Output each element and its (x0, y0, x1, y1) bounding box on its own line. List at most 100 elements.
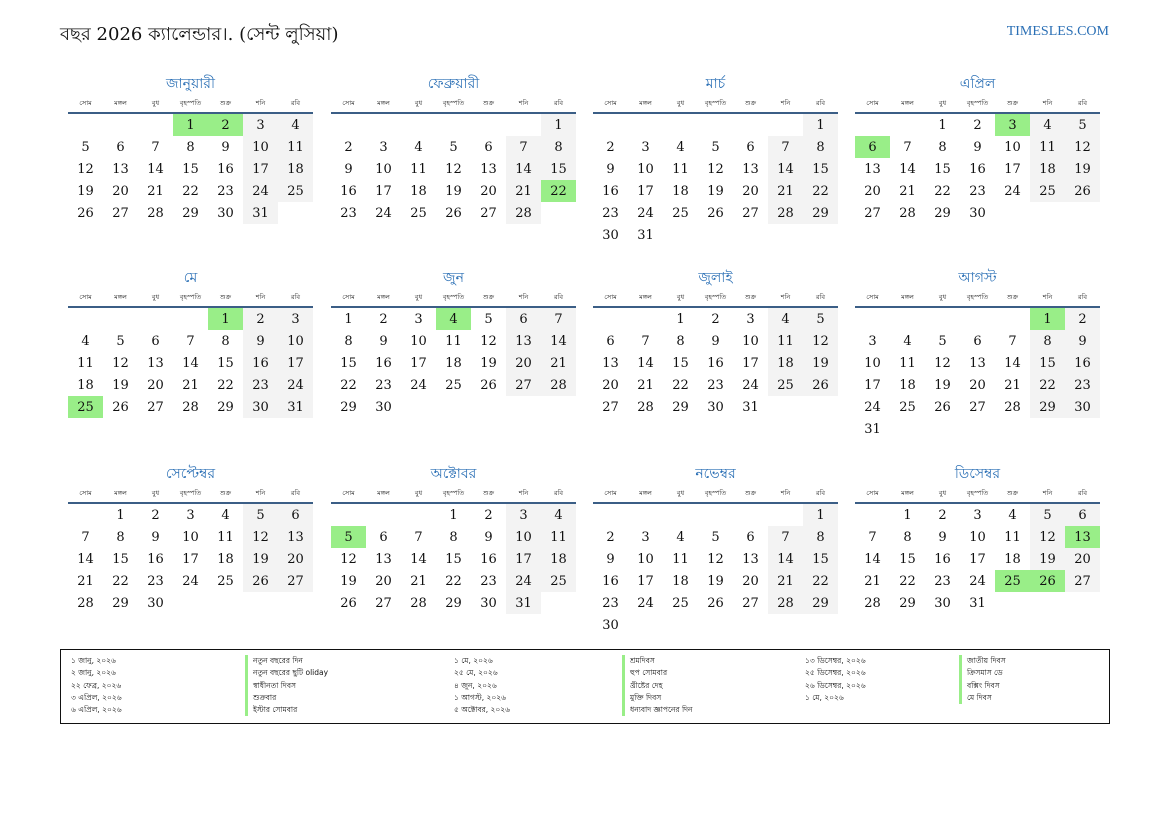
day-cell: 30 (375, 400, 392, 415)
day-cell: 8 (541, 136, 576, 158)
weekday-label: শনি (255, 292, 266, 301)
day-cell: 31 (864, 422, 881, 437)
day-cell: 12 (480, 334, 497, 349)
day-cell: 15 (182, 162, 199, 177)
weekday-header: সোম মঙ্গল বুধ বৃহস্পতি শুক্র শনি রবি (593, 486, 838, 504)
day-cell: 18 (899, 378, 916, 393)
month-block: সেপ্টেম্বর সোম মঙ্গল বুধ বৃহস্পতি শুক্র শনি রবি… (68, 462, 313, 614)
day-cell: 20 (864, 184, 881, 199)
day-cell: 29 (112, 596, 129, 611)
day-cell: 23 (602, 206, 619, 221)
day-cell: 11 (541, 526, 576, 548)
day-cell: 3 (379, 140, 388, 155)
day-cell: 25 (672, 596, 689, 611)
day-cell: 5 (1065, 114, 1100, 136)
month-name: ফেব্রুয়ারী (427, 76, 480, 92)
day-cell: 4 (903, 334, 912, 349)
day-cell: 5 (484, 312, 493, 327)
weekday-label: বৃহস্পতি (179, 292, 202, 301)
day-cell: 1 (449, 508, 458, 523)
holiday-date: ১ আগস্ট, ২০২৬ (454, 692, 506, 702)
holiday-date: ৬ এপ্রিল, ২০২৬ (71, 705, 122, 715)
empty-cell (593, 114, 628, 136)
day-cell: 23 (1065, 374, 1100, 396)
day-cell: 18 (541, 548, 576, 570)
day-cell: 9 (484, 530, 493, 545)
day-cell: 7 (868, 530, 877, 545)
day-cell: 6 (379, 530, 388, 545)
day-cell: 29 (340, 400, 357, 415)
day-cell: 30 (217, 206, 234, 221)
day-cell: 3 (278, 308, 313, 330)
weekday-label: সোম (342, 488, 355, 497)
day-cell: 28 (768, 202, 803, 224)
day-cell: 24 (1004, 184, 1021, 199)
day-cell: 23 (707, 378, 724, 393)
day-cell: 24 (637, 206, 654, 221)
weekday-label: বৃহস্পতি (966, 98, 989, 107)
day-cell: 19 (480, 356, 497, 371)
day-cell: 5 (1030, 504, 1065, 526)
day-cell: 1 (344, 312, 353, 327)
day-cell: 17 (637, 184, 654, 199)
month-name: মার্চ (705, 76, 726, 92)
holiday-date: ২ জানু, ২০২৬ (71, 668, 116, 678)
weekday-header: সোম মঙ্গল বুধ বৃহস্পতি শুক্র শনি রবি (855, 290, 1100, 308)
day-cell: 27 (480, 206, 497, 221)
day-cell: 13 (480, 162, 497, 177)
day-cell: 13 (742, 552, 759, 567)
day-cell: 11 (1004, 530, 1021, 545)
day-cell: 23 (340, 206, 357, 221)
day-cell: 26 (77, 206, 94, 221)
day-cell: 6 (506, 308, 541, 330)
empty-cell (733, 504, 768, 526)
holiday-date: ২৫ মে, ২০২৬ (454, 668, 498, 678)
empty-cell (628, 504, 663, 526)
weekday-label: বুধ (151, 488, 160, 497)
weekday-header: সোম মঙ্গল বুধ বৃহস্পতি শুক্র শনি রবি (331, 486, 576, 504)
day-cell: 30 (602, 618, 619, 633)
day-cell: 7 (186, 334, 195, 349)
empty-cell (138, 114, 173, 136)
day-cell: 8 (676, 334, 685, 349)
weekday-label: বৃহস্পতি (442, 98, 465, 107)
day-cell: 27 (602, 400, 619, 415)
weekday-label: বুধ (676, 292, 685, 301)
day-cell: 14 (637, 356, 654, 371)
day-cell: 18 (1004, 552, 1021, 567)
day-cell: 19 (934, 378, 951, 393)
day-cell: 10 (278, 330, 313, 352)
day-cell: 14 (410, 552, 427, 567)
weekday-label: মঙ্গল (639, 292, 652, 301)
day-cell: 8 (803, 526, 838, 548)
weekday-label: বৃহস্পতি (704, 98, 727, 107)
weekday-label: শুক্র (219, 488, 232, 497)
day-cell: 23 (480, 574, 497, 589)
weekday-label: বুধ (414, 292, 423, 301)
day-cell: 26 (340, 596, 357, 611)
day-cell: 16 (375, 356, 392, 371)
day-cell: 10 (182, 530, 199, 545)
day-cell: 24 (506, 570, 541, 592)
weekday-label: শুক্র (482, 292, 495, 301)
weekday-label: মঙ্গল (639, 98, 652, 107)
day-cell: 24 (864, 400, 881, 415)
day-cell: 24 (278, 374, 313, 396)
empty-cell (960, 308, 995, 330)
day-cell: 19 (112, 378, 129, 393)
day-cell: 15 (803, 158, 838, 180)
empty-cell (436, 114, 471, 136)
weekday-label: রবি (815, 292, 826, 301)
day-cell: 15 (445, 552, 462, 567)
site-link[interactable]: TIMESLES.COM (1007, 24, 1109, 40)
weekday-label: বৃহস্পতি (704, 488, 727, 497)
day-cell: 15 (217, 356, 234, 371)
day-cell: 12 (445, 162, 462, 177)
day-cell: 20 (1065, 548, 1100, 570)
holiday-date: ১ জানু, ২০২৬ (71, 656, 116, 665)
day-cell: 1 (803, 114, 838, 136)
day-cell: 11 (217, 530, 234, 545)
day-grid: 1 2 3 4 5 6 7 8 9 10 11 12 13 14 15 16 17 18 19 20 21 22 23 24 2… (855, 308, 1100, 440)
weekday-label: বুধ (676, 488, 685, 497)
day-cell: 17 (1004, 162, 1021, 177)
